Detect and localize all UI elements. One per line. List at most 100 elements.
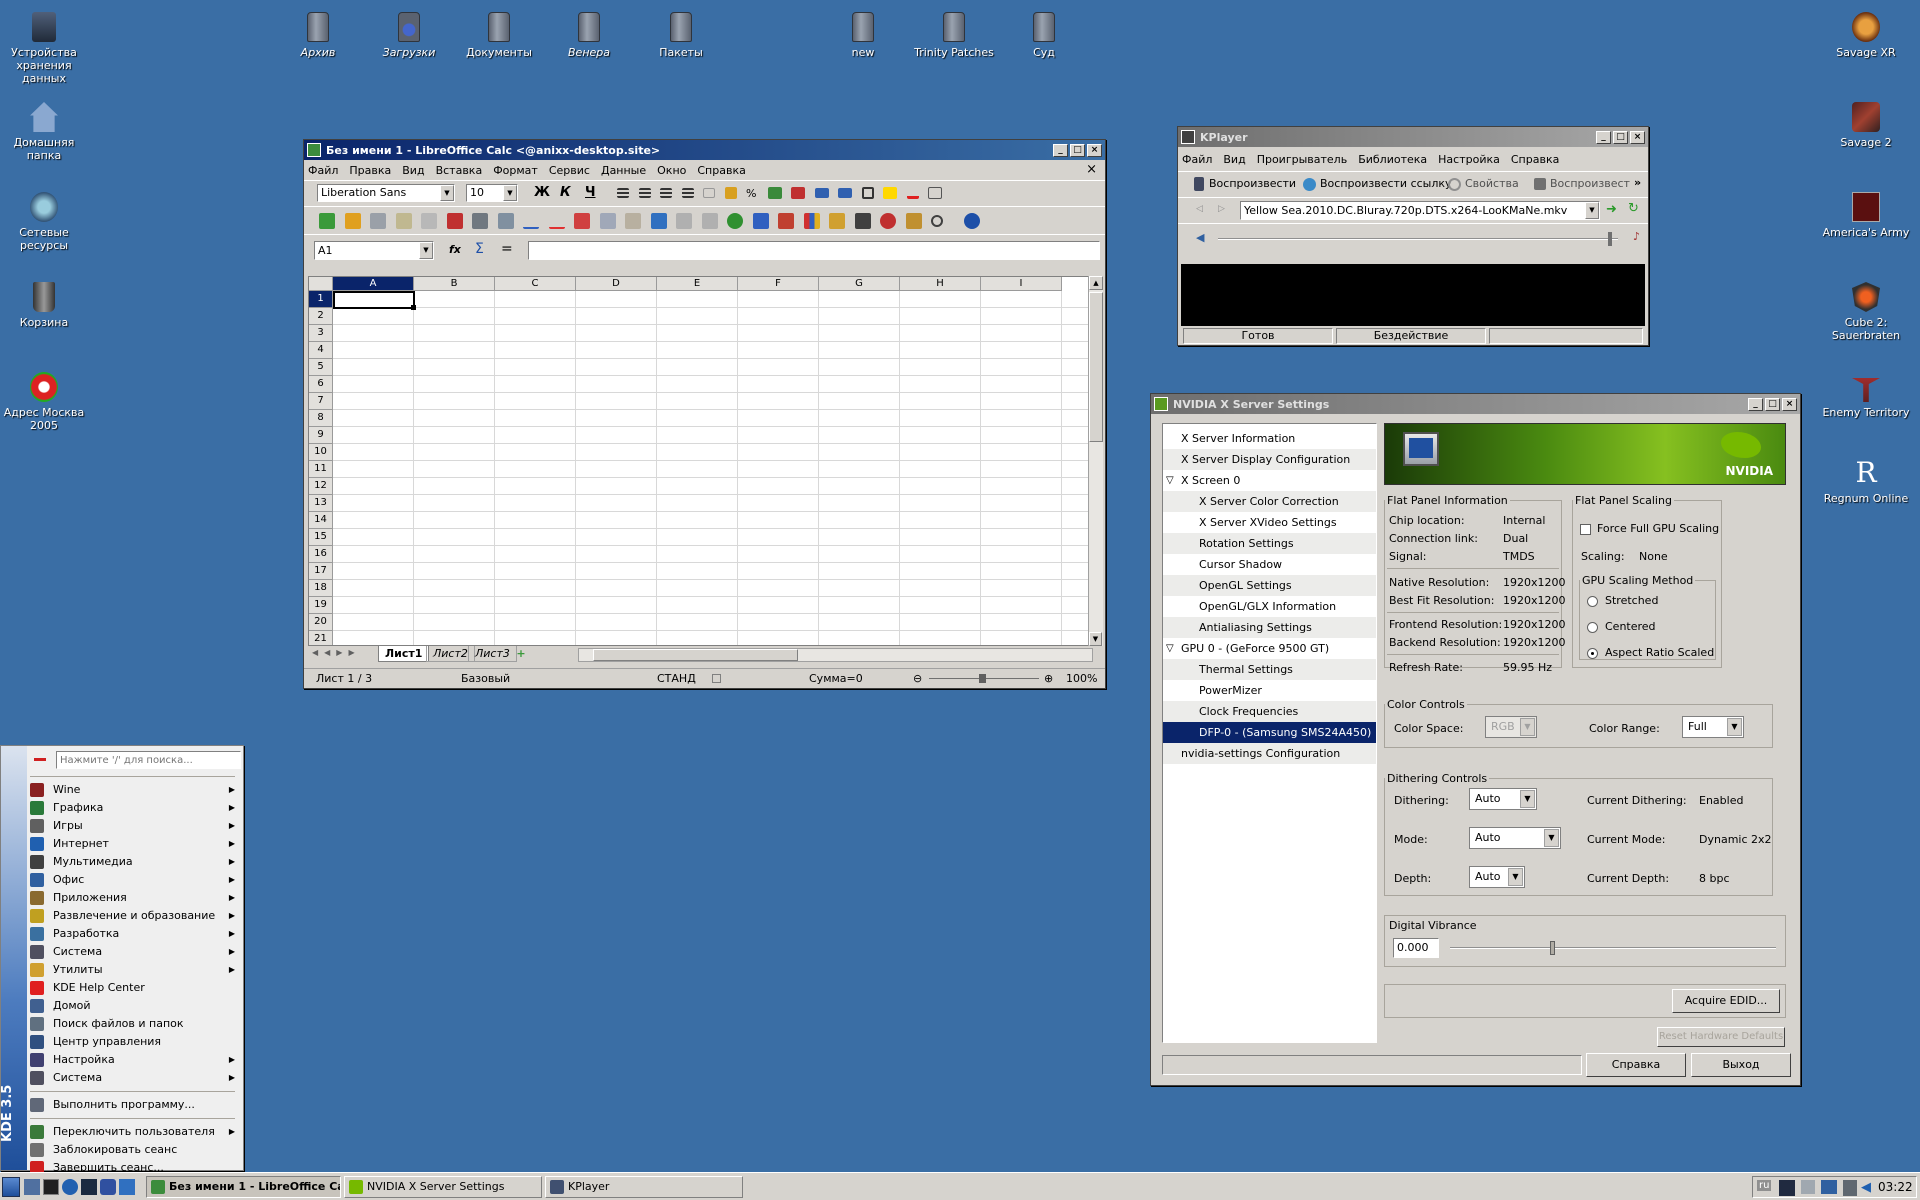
reset-hardware-defaults-button[interactable]: Reset Hardware Defaults bbox=[1657, 1027, 1785, 1047]
row-header[interactable]: 15 bbox=[309, 529, 333, 546]
print-icon[interactable] bbox=[472, 213, 488, 229]
desktop-icon-savage-xr[interactable]: Savage XR bbox=[1818, 12, 1914, 59]
nvidia-titlebar[interactable]: NVIDIA X Server Settings _ □ × bbox=[1151, 394, 1800, 414]
terminal-launcher-icon[interactable] bbox=[43, 1179, 59, 1195]
function-icon[interactable]: = bbox=[501, 241, 513, 257]
tree-item[interactable]: ▽ X Screen 0 bbox=[1163, 470, 1376, 491]
spreadsheet-grid[interactable]: ABCDEFGHI 1 2 3 4 5 6 7 8 9 10 11 12 13 14 15 16 17 18 19 2… bbox=[308, 276, 1093, 646]
hscroll-thumb[interactable] bbox=[593, 649, 798, 661]
decrease-indent-icon[interactable] bbox=[814, 188, 829, 198]
menu-data[interactable]: Данные bbox=[601, 164, 646, 177]
open-icon[interactable] bbox=[344, 213, 361, 229]
desktop-icon-enemy-territory[interactable]: Enemy Territory bbox=[1818, 372, 1914, 419]
percent-icon[interactable]: % bbox=[746, 187, 758, 200]
maximize-button[interactable]: □ bbox=[1765, 397, 1780, 411]
tree-item[interactable]: nvidia-settings Configuration bbox=[1163, 743, 1376, 764]
row-header[interactable]: 19 bbox=[309, 597, 333, 614]
status-style[interactable]: Базовый bbox=[461, 672, 510, 685]
kmenu-item[interactable]: Графика ▶ bbox=[1, 799, 243, 817]
radio-stretched[interactable]: Stretched bbox=[1587, 594, 1658, 607]
export-pdf-icon[interactable] bbox=[446, 213, 463, 229]
vibrance-slider-thumb[interactable] bbox=[1550, 941, 1555, 955]
grid-cells[interactable] bbox=[333, 291, 1092, 645]
add-decimal-icon[interactable] bbox=[767, 187, 782, 199]
row-header[interactable]: 11 bbox=[309, 461, 333, 478]
radio-button[interactable] bbox=[1587, 595, 1598, 607]
zoom-in-icon[interactable]: ⊕ bbox=[1044, 672, 1053, 685]
kmenu-item[interactable]: KDE Help Center bbox=[1, 979, 243, 997]
scroll-thumb[interactable] bbox=[1089, 292, 1103, 442]
chevron-down-icon[interactable]: ▼ bbox=[1585, 202, 1599, 219]
chevron-down-icon[interactable]: ▼ bbox=[1508, 868, 1523, 886]
kmenu-item[interactable]: Поиск файлов и папок bbox=[1, 1015, 243, 1033]
radio-aspect-ratio[interactable]: Aspect Ratio Scaled bbox=[1587, 646, 1714, 659]
close-document-icon[interactable]: × bbox=[1086, 162, 1097, 177]
kmenu-item[interactable]: Центр управления bbox=[1, 1033, 243, 1051]
menu-file[interactable]: Файл bbox=[1182, 153, 1212, 166]
network-tray-icon[interactable] bbox=[1779, 1180, 1795, 1196]
column-header[interactable]: H bbox=[900, 277, 981, 291]
tree-item[interactable]: ▽ GPU 0 - (GeForce 9500 GT) bbox=[1163, 638, 1376, 659]
sheet-tab-3[interactable]: Лист3 bbox=[468, 646, 517, 662]
formula-input[interactable] bbox=[528, 241, 1100, 260]
column-header[interactable]: G bbox=[819, 277, 900, 291]
kmenu-search-input[interactable] bbox=[56, 751, 241, 769]
menu-tools[interactable]: Сервис bbox=[549, 164, 590, 177]
align-center-icon[interactable] bbox=[638, 188, 651, 198]
chart-icon[interactable] bbox=[803, 213, 820, 229]
align-right-icon[interactable] bbox=[660, 188, 672, 198]
menu-library[interactable]: Библиотека bbox=[1358, 153, 1427, 166]
tree-item[interactable]: DFP-0 - (Samsung SMS24A450) bbox=[1163, 722, 1376, 743]
row-header[interactable]: 17 bbox=[309, 563, 333, 580]
navigator-icon[interactable] bbox=[880, 213, 896, 229]
vertical-scrollbar[interactable]: ▲ ▼ bbox=[1088, 276, 1103, 646]
row-header[interactable]: 18 bbox=[309, 580, 333, 597]
cut-icon[interactable] bbox=[574, 213, 590, 229]
force-gpu-scaling-checkbox[interactable]: Force Full GPU Scaling bbox=[1580, 522, 1719, 535]
dithering-mode-combo[interactable]: Auto ▼ bbox=[1469, 827, 1561, 849]
add-sheet-icon[interactable]: + bbox=[513, 647, 529, 661]
help-button[interactable]: Справка bbox=[1586, 1053, 1686, 1077]
grid-corner[interactable] bbox=[309, 277, 333, 291]
borders-icon[interactable] bbox=[861, 187, 874, 199]
desktop-icon-trash[interactable]: Корзина bbox=[0, 282, 92, 329]
desktop-icon-map[interactable]: Адрес Москва 2005 bbox=[0, 372, 92, 432]
play-file-button[interactable]: Воспроизвести bbox=[1194, 177, 1296, 191]
new-document-icon[interactable] bbox=[319, 213, 335, 229]
chevron-down-icon[interactable]: ▼ bbox=[1727, 718, 1742, 736]
kmenu-item[interactable]: Разработка ▶ bbox=[1, 925, 243, 943]
sort-ascending-icon[interactable] bbox=[752, 213, 769, 229]
mail-launcher-icon[interactable] bbox=[100, 1179, 116, 1195]
merge-cells-icon[interactable] bbox=[703, 188, 715, 198]
find-replace-icon[interactable] bbox=[854, 213, 871, 229]
gallery-icon[interactable] bbox=[905, 213, 922, 229]
radio-centered[interactable]: Centered bbox=[1587, 620, 1656, 633]
desktop-icon-network[interactable]: Сетевые ресурсы bbox=[0, 192, 92, 252]
row-header[interactable]: 7 bbox=[309, 393, 333, 410]
row-header[interactable]: 4 bbox=[309, 342, 333, 359]
file-location-combo[interactable]: Yellow Sea.2010.DC.Bluray.720p.DTS.x264-… bbox=[1240, 201, 1600, 220]
expander-icon[interactable]: ▽ bbox=[1166, 470, 1174, 491]
tree-item[interactable]: X Server Display Configuration bbox=[1163, 449, 1376, 470]
desktop-icon-regnum[interactable]: R Regnum Online bbox=[1818, 458, 1914, 506]
row-header[interactable]: 1 bbox=[309, 291, 333, 308]
kmenu-item[interactable]: Переключить пользователя ▶ bbox=[1, 1123, 243, 1141]
align-left-icon[interactable] bbox=[617, 188, 629, 198]
task-kplayer[interactable]: KPlayer bbox=[545, 1176, 743, 1198]
desktop-folder-trinity[interactable]: Trinity Patches bbox=[906, 12, 1002, 59]
column-header[interactable]: D bbox=[576, 277, 657, 291]
menu-edit[interactable]: Правка bbox=[349, 164, 391, 177]
redo-icon[interactable] bbox=[701, 213, 718, 229]
radio-button-selected[interactable] bbox=[1587, 647, 1598, 659]
delete-decimal-icon[interactable] bbox=[791, 187, 805, 199]
row-header[interactable]: 8 bbox=[309, 410, 333, 427]
go-icon[interactable]: ➜ bbox=[1606, 202, 1617, 217]
task-nvidia[interactable]: NVIDIA X Server Settings bbox=[344, 1176, 542, 1198]
desktop-icon-savage-2[interactable]: Savage 2 bbox=[1818, 102, 1914, 149]
tree-item[interactable]: Rotation Settings bbox=[1163, 533, 1376, 554]
tree-item[interactable]: OpenGL/GLX Information bbox=[1163, 596, 1376, 617]
copy-icon[interactable] bbox=[599, 213, 616, 229]
save-icon[interactable] bbox=[370, 213, 386, 229]
tree-item[interactable]: Thermal Settings bbox=[1163, 659, 1376, 680]
autospell-icon[interactable] bbox=[548, 213, 565, 229]
